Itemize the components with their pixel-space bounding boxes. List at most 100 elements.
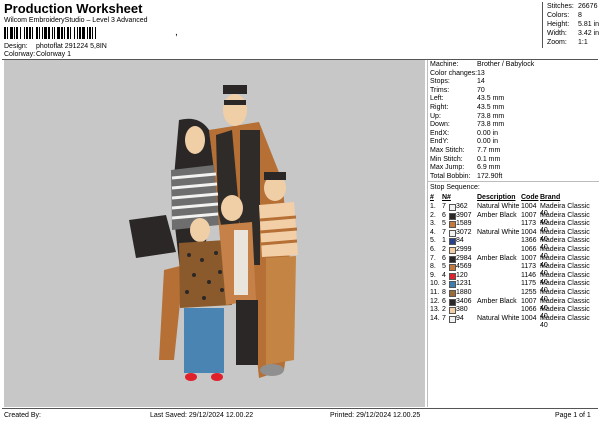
col-header-code: Code bbox=[521, 194, 539, 201]
machine-info-row: Left: 43.5 mm bbox=[430, 95, 598, 102]
stop-number: 6. bbox=[430, 246, 436, 253]
machine-info-label: Right: bbox=[430, 104, 449, 111]
machine-info-value: 0.00 in bbox=[477, 138, 499, 146]
stitch-count: 4569 bbox=[456, 263, 472, 271]
needle-number: 3 bbox=[442, 280, 446, 288]
machine-info-label: Trims: bbox=[430, 86, 450, 94]
thread-swatch bbox=[449, 247, 456, 254]
needle-number: 7 bbox=[442, 314, 446, 322]
stop-number: 13. bbox=[430, 306, 440, 314]
machine-info-label: Left: bbox=[430, 95, 444, 103]
stop-number: 12. bbox=[430, 297, 440, 305]
thread-code: 1066 bbox=[521, 306, 537, 314]
design-value: photoflat 291224 5,8IN bbox=[36, 43, 107, 50]
machine-info-label: Color changes: bbox=[430, 69, 478, 77]
embroidery-artwork bbox=[129, 85, 298, 381]
stitch-count: 3907 bbox=[456, 211, 472, 219]
needle-number: 6 bbox=[442, 297, 446, 305]
thread-code: 1066 bbox=[521, 246, 537, 253]
machine-info-value: 70 bbox=[477, 86, 485, 94]
needle-number: 7 bbox=[442, 228, 446, 236]
barcode bbox=[4, 27, 96, 39]
machine-info-row: Max Jump: 6.9 mm bbox=[430, 164, 598, 171]
footer-page: Page 1 of 1 bbox=[555, 412, 591, 419]
thread-code: 1173 bbox=[521, 220, 537, 228]
machine-info-value: 7.7 mm bbox=[477, 147, 501, 154]
stop-number: 2. bbox=[430, 211, 436, 219]
machine-info-label: EndX: bbox=[430, 129, 450, 137]
needle-number: 5 bbox=[442, 220, 446, 228]
stitch-count: 1589 bbox=[456, 220, 472, 228]
stitch-count: 3406 bbox=[456, 297, 472, 305]
machine-info-label: Min Stitch: bbox=[430, 155, 463, 163]
stop-number: 14. bbox=[430, 314, 440, 322]
thread-description: Natural White bbox=[477, 228, 520, 236]
thread-code: 1366 bbox=[521, 237, 537, 245]
stitch-count: 84 bbox=[456, 237, 464, 245]
needle-number: 2 bbox=[442, 246, 446, 253]
stitch-count: 120 bbox=[456, 271, 468, 279]
machine-info-row: EndX: 0.00 in bbox=[430, 130, 598, 137]
machine-info-row: Machine: Brother / Babylock bbox=[430, 61, 598, 68]
thread-description: Natural White bbox=[477, 314, 520, 322]
machine-info-row: Right: 43.5 mm bbox=[430, 104, 598, 111]
needle-number: 6 bbox=[442, 211, 446, 219]
thread-code: 1173 bbox=[521, 263, 537, 271]
machine-info-value: 73.8 mm bbox=[477, 112, 505, 120]
col-header-needle: N# bbox=[442, 194, 451, 201]
stop-number: 3. bbox=[430, 220, 436, 228]
machine-info-value: 0.00 in bbox=[477, 129, 499, 137]
machine-info-value: 43.5 mm bbox=[477, 95, 505, 103]
machine-info-value: 43.5 mm bbox=[477, 104, 505, 111]
footer-divider bbox=[2, 408, 598, 409]
machine-info-panel: Machine: Brother / Babylock Color changes:… bbox=[427, 60, 599, 407]
machine-info-row: Up: 73.8 mm bbox=[430, 113, 598, 120]
stop-number: 10. bbox=[430, 280, 440, 288]
thread-swatch bbox=[449, 229, 456, 237]
thread-code: 1004 bbox=[521, 314, 537, 322]
thread-swatch bbox=[449, 290, 456, 297]
machine-info-row: Color changes: 13 bbox=[430, 70, 598, 77]
thread-code: 1175 bbox=[521, 280, 537, 288]
machine-info-label: Stops: bbox=[430, 78, 450, 86]
thread-swatch bbox=[449, 212, 456, 220]
worksheet-title: Production Worksheet bbox=[4, 1, 143, 16]
machine-info-label: Machine: bbox=[430, 61, 459, 68]
thread-swatch bbox=[449, 281, 456, 289]
stat-colors: Colors: 8 bbox=[547, 12, 582, 19]
machine-info-label: Max Stitch: bbox=[430, 147, 465, 154]
needle-number: 1 bbox=[442, 237, 446, 245]
machine-info-value: 14 bbox=[477, 78, 485, 86]
stitch-count: 380 bbox=[456, 306, 468, 314]
barcode-separator: , bbox=[175, 27, 178, 38]
panel-divider bbox=[428, 181, 599, 182]
stop-number: 1. bbox=[430, 203, 436, 210]
thread-swatch bbox=[449, 221, 456, 229]
machine-info-row: Trims: 70 bbox=[430, 87, 598, 94]
thread-brand: Madeira Classic 40 bbox=[540, 314, 590, 329]
thread-swatch bbox=[449, 298, 456, 306]
thread-description: Amber Black bbox=[477, 211, 517, 219]
design-stats: Stitches: 26676 Colors: 8 Height: 5.81 in W… bbox=[542, 2, 599, 48]
thread-description: Amber Black bbox=[477, 297, 517, 305]
stop-number: 4. bbox=[430, 228, 436, 236]
machine-info-value: 0.1 mm bbox=[477, 155, 501, 163]
stop-number: 8. bbox=[430, 263, 436, 271]
col-header-description: Description bbox=[477, 194, 516, 201]
stop-number: 9. bbox=[430, 271, 436, 279]
machine-info-label: EndY: bbox=[430, 138, 449, 146]
stat-height: Height: 5.81 in bbox=[547, 21, 600, 28]
thread-code: 1004 bbox=[521, 228, 537, 236]
thread-swatch bbox=[449, 255, 456, 263]
stitch-count: 2999 bbox=[456, 246, 472, 253]
machine-info-label: Up: bbox=[430, 112, 441, 120]
machine-info-label: Down: bbox=[430, 121, 450, 129]
machine-info-label: Total Bobbin: bbox=[430, 172, 471, 180]
stitch-count: 362 bbox=[456, 203, 468, 210]
thread-swatch bbox=[449, 272, 456, 280]
thread-description: Natural White bbox=[477, 203, 520, 210]
stitch-count: 3072 bbox=[456, 228, 472, 236]
thread-code: 1255 bbox=[521, 289, 537, 296]
stitch-count: 1231 bbox=[456, 280, 472, 288]
col-header-number: # bbox=[430, 194, 434, 201]
